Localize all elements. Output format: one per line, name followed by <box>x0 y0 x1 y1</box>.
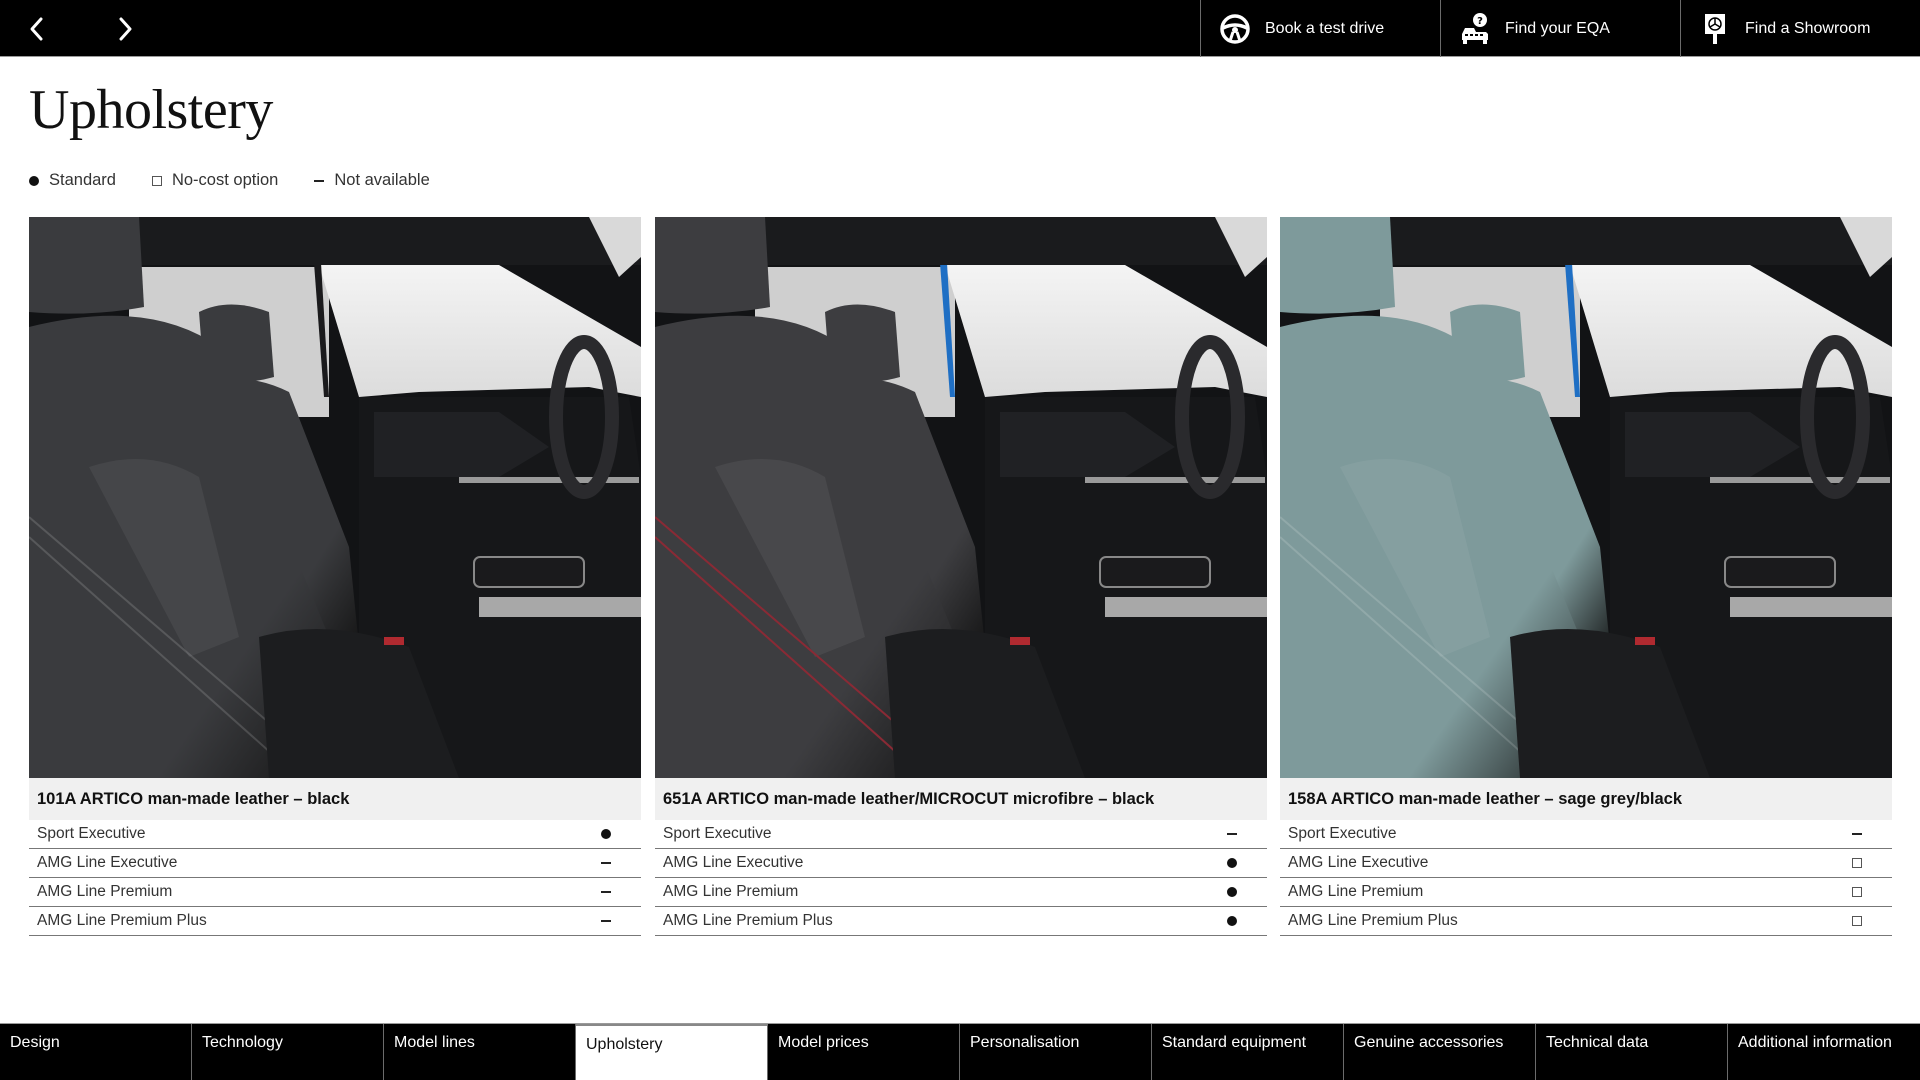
model-line-label: AMG Line Premium Plus <box>663 912 833 929</box>
find-your-eqa-button[interactable]: ? Find your EQA <box>1440 0 1680 57</box>
top-actions: Book a test drive ? Find your EQA Find a… <box>1200 0 1920 57</box>
availability-value <box>1850 916 1864 926</box>
upholstery-title: 101A ARTICO man-made leather – black <box>29 778 641 820</box>
book-test-drive-label: Book a test drive <box>1265 19 1385 37</box>
upholstery-photo <box>1280 217 1892 778</box>
legend-not-available: Not available <box>314 171 430 190</box>
table-row: AMG Line Executive <box>655 849 1267 878</box>
availability-table: Sport Executive AMG Line Executive AMG Lin… <box>1280 820 1892 936</box>
upholstery-photo <box>655 217 1267 778</box>
table-row: AMG Line Premium Plus <box>1280 907 1892 936</box>
table-row: AMG Line Premium <box>29 878 641 907</box>
table-row: AMG Line Executive <box>1280 849 1892 878</box>
legend-label: No-cost option <box>171 171 279 189</box>
find-showroom-label: Find a Showroom <box>1745 19 1871 37</box>
not-available-dash-icon <box>314 179 325 182</box>
tab-personalisation[interactable]: Personalisation <box>960 1024 1152 1080</box>
table-row: AMG Line Executive <box>29 849 641 878</box>
standard-dot-icon <box>1227 916 1237 926</box>
upholstery-title: 651A ARTICO man-made leather/MICROCUT mi… <box>655 778 1267 820</box>
tab-model-lines[interactable]: Model lines <box>384 1024 576 1080</box>
chevron-left-icon <box>30 17 43 41</box>
not-available-dash-icon <box>601 920 611 922</box>
model-line-label: AMG Line Premium <box>663 883 799 900</box>
no-cost-box-icon <box>1852 858 1862 868</box>
standard-dot-icon <box>601 829 611 839</box>
availability-value <box>599 829 613 839</box>
availability-value <box>1225 887 1239 897</box>
not-available-dash-icon <box>601 862 611 864</box>
no-cost-box-icon <box>1852 887 1862 897</box>
top-bar: Book a test drive ? Find your EQA Find a… <box>0 0 1920 57</box>
availability-value <box>1850 858 1864 868</box>
legend-label: Standard <box>49 171 116 189</box>
table-row: Sport Executive <box>655 820 1267 849</box>
model-line-label: AMG Line Executive <box>1288 854 1429 871</box>
car-question-icon: ? <box>1457 11 1493 47</box>
availability-value <box>1850 887 1864 897</box>
availability-value <box>599 920 613 922</box>
chevron-right-icon <box>119 17 132 41</box>
tab-technical-data[interactable]: Technical data <box>1536 1024 1728 1080</box>
previous-page-button[interactable] <box>20 12 54 46</box>
section-tabs: Design Technology Model lines Upholstery Mod… <box>0 1023 1920 1080</box>
table-row: AMG Line Premium Plus <box>29 907 641 936</box>
model-line-label: AMG Line Premium Plus <box>37 912 207 929</box>
standard-dot-icon <box>29 175 39 186</box>
upholstery-panel-158a: 158A ARTICO man-made leather – sage grey… <box>1280 217 1892 936</box>
find-showroom-button[interactable]: Find a Showroom <box>1680 0 1920 57</box>
table-row: AMG Line Premium <box>1280 878 1892 907</box>
availability-table: Sport Executive AMG Line Executive AMG Lin… <box>655 820 1267 936</box>
availability-value <box>599 862 613 864</box>
legend-no-cost-option: No-cost option <box>151 171 279 190</box>
table-row: Sport Executive <box>1280 820 1892 849</box>
model-line-label: AMG Line Executive <box>663 854 804 871</box>
not-available-dash-icon <box>601 891 611 893</box>
steering-wheel-icon <box>1217 11 1253 47</box>
showroom-sign-icon <box>1697 11 1733 47</box>
book-test-drive-button[interactable]: Book a test drive <box>1200 0 1440 57</box>
upholstery-title: 158A ARTICO man-made leather – sage grey… <box>1280 778 1892 820</box>
model-line-label: Sport Executive <box>37 825 146 842</box>
tab-standard-equipment[interactable]: Standard equipment <box>1152 1024 1344 1080</box>
tab-technology[interactable]: Technology <box>192 1024 384 1080</box>
model-line-label: Sport Executive <box>1288 825 1397 842</box>
tab-upholstery[interactable]: Upholstery <box>576 1024 768 1080</box>
availability-value <box>1225 858 1239 868</box>
find-your-eqa-label: Find your EQA <box>1505 19 1610 37</box>
not-available-dash-icon <box>1852 833 1862 835</box>
no-cost-box-icon <box>1852 916 1862 926</box>
availability-table: Sport Executive AMG Line Executive AMG Lin… <box>29 820 641 936</box>
model-line-label: AMG Line Executive <box>37 854 178 871</box>
table-row: Sport Executive <box>29 820 641 849</box>
table-row: AMG Line Premium <box>655 878 1267 907</box>
no-cost-box-icon <box>151 175 162 186</box>
not-available-dash-icon <box>1227 833 1237 835</box>
tab-genuine-accessories[interactable]: Genuine accessories <box>1344 1024 1536 1080</box>
standard-dot-icon <box>1227 858 1237 868</box>
model-line-label: AMG Line Premium <box>1288 883 1424 900</box>
legend-label: Not available <box>334 171 430 189</box>
upholstery-panel-101a: 101A ARTICO man-made leather – black Spo… <box>29 217 641 936</box>
availability-value <box>1225 916 1239 926</box>
model-line-label: Sport Executive <box>663 825 772 842</box>
upholstery-photo <box>29 217 641 778</box>
availability-value <box>599 891 613 893</box>
tab-model-prices[interactable]: Model prices <box>768 1024 960 1080</box>
svg-text:?: ? <box>1477 16 1483 27</box>
upholstery-panel-651a: 651A ARTICO man-made leather/MICROCUT mi… <box>655 217 1267 936</box>
tab-additional-information[interactable]: Additional information <box>1728 1024 1920 1080</box>
model-line-label: AMG Line Premium Plus <box>1288 912 1458 929</box>
table-row: AMG Line Premium Plus <box>655 907 1267 936</box>
next-page-button[interactable] <box>108 12 142 46</box>
availability-value <box>1225 833 1239 835</box>
legend: Standard No-cost option Not available <box>29 171 466 190</box>
page-title: Upholstery <box>29 79 273 141</box>
legend-standard: Standard <box>29 171 116 190</box>
availability-value <box>1850 833 1864 835</box>
model-line-label: AMG Line Premium <box>37 883 173 900</box>
tab-design[interactable]: Design <box>0 1024 192 1080</box>
standard-dot-icon <box>1227 887 1237 897</box>
